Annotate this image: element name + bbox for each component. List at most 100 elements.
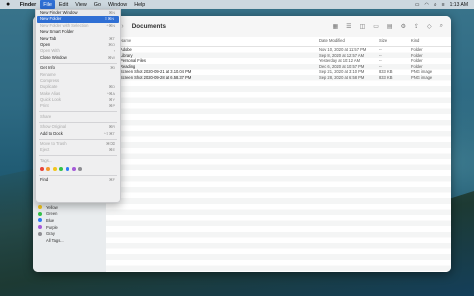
menu-separator [39, 174, 117, 176]
menu-item-label: Tags... [40, 157, 53, 163]
menu-go[interactable]: Go [90, 0, 104, 9]
tag-icon[interactable]: ◇ [427, 23, 432, 30]
search-spotlight-icon[interactable]: ⌕ [434, 2, 437, 8]
menu-item-label: Open [40, 41, 51, 47]
menu-item[interactable]: Close Window ⌘W [36, 55, 120, 61]
icon-view-icon[interactable]: ▦ [333, 23, 339, 30]
tag-color-swatch-icon[interactable] [65, 166, 70, 171]
menu-item-label: Rename [40, 71, 56, 77]
control-center-icon[interactable]: ≡ [442, 2, 445, 8]
menu-separator [39, 121, 117, 123]
sidebar-tag-item[interactable]: Green [33, 211, 106, 218]
menu-item-label: Eject [40, 147, 50, 153]
menu-item-label: Share [40, 113, 52, 119]
column-name[interactable]: Name [120, 37, 131, 44]
menu-clock[interactable]: 1:13 AM [450, 2, 468, 8]
tag-color-dot-icon [38, 205, 42, 210]
tag-color-swatch-icon[interactable] [59, 166, 63, 171]
menu-separator [39, 111, 117, 113]
menu-item: Eject ⌘E [36, 147, 120, 153]
menu-finder[interactable]: Finder [16, 0, 39, 9]
menu-shortcut: ⌘E [108, 148, 115, 153]
menu-item-label: New Tab [40, 35, 57, 41]
group-by-icon[interactable]: ▤ [387, 23, 393, 30]
sidebar-tag-label: Blue [46, 217, 55, 223]
column-header: Name Date Modified Size Kind [106, 37, 451, 47]
menu-item-label: Compress [40, 77, 60, 83]
file-size: 833 KB [379, 74, 393, 80]
menu-separator [39, 62, 117, 64]
menu-item[interactable]: Find ⌘F [36, 177, 120, 183]
menu-shortcut: ⌘W [107, 55, 115, 60]
menu-help[interactable]: Help [131, 0, 149, 9]
sidebar-tag-item[interactable]: Gray [33, 230, 106, 237]
wifi-icon[interactable]: ◠ [425, 2, 429, 8]
menu-item-label: Make Alias [40, 90, 61, 96]
tag-color-swatch-icon[interactable] [46, 166, 51, 171]
battery-icon[interactable]: ▭ [415, 2, 420, 8]
file-list: Adobe Nov 10, 2020 at 11:57 PM -- Folder Lib… [106, 47, 451, 272]
menu-item-label: Move to Trash [40, 141, 67, 147]
menu-item-label: New Folder with Selection [40, 22, 89, 28]
menu-view[interactable]: View [72, 0, 91, 9]
menu-item[interactable]: Add to Dock ^⇧⌘T [36, 131, 120, 137]
toolbar-tools: ▦ ☰ ◫ ▭ ▤ ⚙ ⇪ ◇ ⌕ [333, 23, 444, 30]
menu-edit[interactable]: Edit [55, 0, 71, 9]
sidebar-tag-label: Yellow [46, 204, 58, 210]
tag-color-swatch-icon[interactable] [71, 166, 76, 171]
menu-file[interactable]: File [39, 0, 56, 9]
tag-color-dot-icon [38, 231, 42, 236]
file-date: Sep 28, 2020 at 6:58 PM [319, 74, 365, 80]
column-date[interactable]: Date Modified [319, 37, 345, 44]
sidebar-tag-item[interactable]: All Tags... [33, 237, 106, 244]
column-kind[interactable]: Kind [411, 37, 419, 44]
menu-item: Tags... [36, 158, 120, 164]
menu-item-label: Find [40, 177, 49, 183]
gallery-view-icon[interactable]: ▭ [373, 23, 379, 30]
menu-shortcut: ^⇧⌘T [103, 131, 115, 136]
sidebar-tag-item[interactable]: Blue [33, 217, 106, 224]
table-row[interactable]: Screen Shot 2020-09-28 at 6.58.37 PM Sep … [106, 75, 451, 81]
menu-bar: ● Finder File Edit View Go Window Help ▭… [0, 0, 474, 9]
sidebar-tag-item[interactable]: Purple [33, 224, 106, 231]
menu-item-label: Show Original [40, 124, 67, 130]
status-area: ▭ ◠ ⌕ ≡ 1:13 AM [415, 2, 474, 8]
tag-color-swatch-icon[interactable] [78, 166, 83, 171]
menu-item-label: Close Window [40, 54, 67, 60]
apple-menu-icon[interactable]: ● [4, 0, 16, 9]
window-title: Documents [131, 23, 166, 30]
sidebar-tag-label: All Tags... [46, 237, 64, 243]
share-icon[interactable]: ⇪ [414, 23, 419, 30]
sidebar-tag-item[interactable]: Yellow [33, 204, 106, 211]
window-toolbar: ‹ › Documents ▦ ☰ ◫ ▭ ▤ ⚙ ⇪ ◇ ⌕ [106, 16, 451, 38]
menu-item-label: Get Info [40, 65, 55, 71]
menu-item-label: Open With [40, 48, 60, 54]
menu-separator [39, 155, 117, 157]
tag-color-swatch-icon[interactable] [52, 166, 57, 171]
column-size[interactable]: Size [379, 37, 387, 44]
menu-item-label: Add to Dock [40, 130, 63, 136]
file-name: Screen Shot 2020-09-28 at 6.58.37 PM [120, 74, 192, 80]
list-view-icon[interactable]: ☰ [346, 23, 351, 30]
menu-item-label: Duplicate [40, 84, 58, 90]
menu-item: Share [36, 114, 120, 120]
column-view-icon[interactable]: ◫ [360, 23, 366, 30]
menu-shortcut: ⌘F [108, 178, 115, 183]
menu-item-label: New Folder [40, 16, 62, 22]
menu-item: Print ⌘P [36, 103, 120, 109]
tag-color-row [36, 164, 120, 173]
menu-window[interactable]: Window [105, 0, 131, 9]
search-icon[interactable]: ⌕ [440, 23, 443, 30]
menu-item-label: Quick Look [40, 97, 61, 103]
tag-color-dot-icon [38, 211, 42, 216]
menu-item-label: New Smart Folder [40, 29, 74, 35]
file-menu-dropdown: New Finder Window ⌘N New Folder ⇧⌘N New Fold… [35, 9, 121, 203]
tag-color-swatch-icon[interactable] [40, 166, 44, 171]
sidebar-tag-label: Green [46, 211, 58, 217]
action-gear-icon[interactable]: ⚙ [401, 23, 406, 30]
menu-separator [39, 138, 117, 140]
file-kind: PNG image [411, 74, 433, 80]
menu-item-label: Print [40, 103, 49, 109]
menu-item-label: New Finder Window [40, 10, 78, 15]
forward-button[interactable]: › [121, 23, 123, 30]
